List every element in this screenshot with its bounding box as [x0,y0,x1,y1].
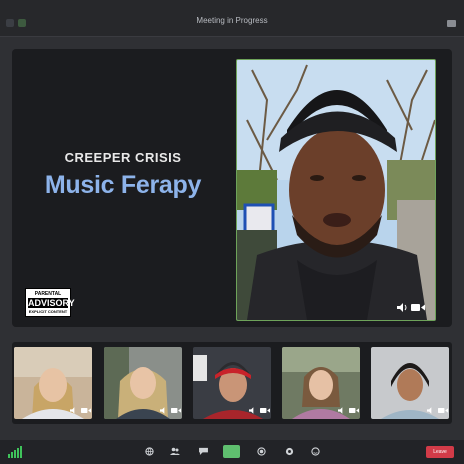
settings-icon[interactable] [284,446,294,456]
globe-icon[interactable] [144,446,154,456]
speaker-icon[interactable] [427,407,435,414]
participants-icon[interactable] [170,446,180,456]
parental-advisory-label: PARENTAL ADVISORY EXPLICIT CONTENT [25,288,75,317]
participant-tile[interactable] [14,347,92,419]
advisory-line-3: EXPLICIT CONTENT [28,309,68,314]
tile-controls [338,407,359,414]
main-speaker-controls [397,303,425,312]
tile-controls [427,407,448,414]
connection-signal-icon [8,445,22,458]
camera-icon[interactable] [349,407,359,414]
speaker-icon[interactable] [249,407,257,414]
speaker-icon[interactable] [70,407,78,414]
chat-icon[interactable] [198,446,208,456]
main-speaker-video-feed [237,60,435,320]
advisory-line-1: PARENTAL [34,291,62,297]
participant-tile[interactable] [371,347,449,419]
participant-tile[interactable] [104,347,182,419]
camera-icon[interactable] [171,407,181,414]
record-icon[interactable] [256,446,266,456]
leave-button[interactable]: Leave [426,446,454,458]
artist-name: CREEPER CRISIS [64,150,182,165]
participant-tile[interactable] [282,347,360,419]
album-art-panel: CREEPER CRISIS Music Ferapy PARENTAL ADV… [12,49,234,327]
speaker-icon[interactable] [338,407,346,414]
speaker-icon[interactable] [160,407,168,414]
participant-tile[interactable] [193,347,271,419]
camera-icon[interactable] [438,407,448,414]
main-speaker-video[interactable] [236,59,436,321]
song-title: Music Ferapy [44,171,202,199]
advisory-line-2: ADVISORY [28,298,75,308]
tile-controls [249,407,270,414]
title-bar: Meeting in Progress [0,0,464,37]
camera-icon[interactable] [81,407,91,414]
window-title: Meeting in Progress [196,16,268,25]
speaker-icon[interactable] [397,303,408,312]
reactions-icon[interactable] [310,446,320,456]
camera-icon[interactable] [411,303,425,312]
tile-controls [70,407,91,414]
tile-controls [160,407,181,414]
share-screen-icon[interactable] [223,445,240,458]
fullscreen-icon[interactable] [447,20,456,27]
camera-icon[interactable] [260,407,270,414]
